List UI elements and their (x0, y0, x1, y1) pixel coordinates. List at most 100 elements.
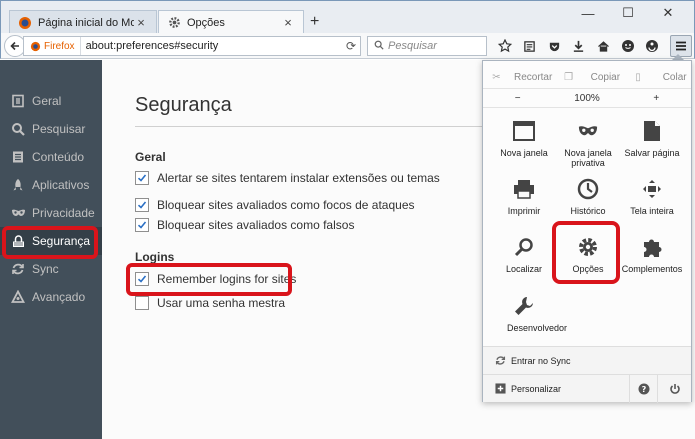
option-warn-addons[interactable]: Alertar se sites tentarem instalar exten… (135, 169, 440, 187)
tab-mozilla-home[interactable]: Página inicial do Mozilla F... × (9, 10, 157, 34)
bookmark-star-icon[interactable] (493, 35, 518, 57)
print-icon (511, 176, 537, 202)
zoom-in-button[interactable]: + (622, 89, 691, 107)
tab-options[interactable]: Opções × (158, 10, 304, 34)
highlight-annotation (552, 221, 620, 284)
sidebar-item-geral[interactable]: Geral (0, 87, 102, 115)
sidebar-item-label: Privacidade (32, 206, 95, 220)
sync-icon (10, 261, 26, 277)
search-icon (10, 121, 26, 137)
identity-box[interactable]: Firefox (24, 37, 81, 55)
customize-plus-icon[interactable] (493, 383, 507, 394)
quit-power-icon[interactable] (657, 374, 691, 403)
private-window-icon (575, 118, 601, 144)
account-icon[interactable] (640, 35, 665, 57)
sidebar-item-label: Pesquisar (32, 122, 86, 136)
highlight-annotation (126, 263, 292, 296)
menu-footer: Personalizar ? (483, 374, 691, 403)
close-window-icon[interactable]: ✕ (648, 3, 688, 23)
zoom-reset-button[interactable]: 100% (552, 89, 621, 107)
menu-new-window[interactable]: Nova janela (490, 118, 558, 158)
menu-history[interactable]: Histórico (554, 176, 622, 216)
zoom-out-button[interactable]: − (483, 89, 552, 107)
hamburger-icon (676, 41, 686, 51)
save-page-icon (639, 118, 665, 144)
checkbox-checked-icon[interactable] (135, 218, 149, 232)
checkbox-unchecked-icon[interactable] (135, 296, 149, 310)
history-icon (575, 176, 601, 202)
download-icon[interactable] (567, 35, 592, 57)
tab-bar: Página inicial do Mozilla F... × Opções … (0, 0, 695, 34)
hello-chat-icon[interactable] (616, 35, 641, 57)
sidebar-item-aplicativos[interactable]: Aplicativos (0, 171, 102, 199)
menu-fullscreen[interactable]: Tela inteira (618, 176, 686, 216)
copy-button[interactable]: ❐ Copiar (552, 67, 621, 87)
applications-icon (10, 177, 26, 193)
checkbox-checked-icon[interactable] (135, 198, 149, 212)
privacy-mask-icon (10, 205, 26, 221)
menu-sync-signin[interactable]: Entrar no Sync (483, 346, 691, 374)
sidebar-item-pesquisar[interactable]: Pesquisar (0, 115, 102, 143)
menu-developer[interactable]: Desenvolvedor (490, 293, 567, 333)
new-window-icon (511, 118, 537, 144)
content-icon (10, 149, 26, 165)
search-placeholder: Pesquisar (388, 40, 437, 52)
menu-private-window[interactable]: Nova janela privativa (554, 118, 622, 168)
menu-addons[interactable]: Complementos (618, 234, 686, 274)
customize-button[interactable]: Personalizar (511, 384, 629, 394)
sidebar-item-privacidade[interactable]: Privacidade (0, 199, 102, 227)
minimize-icon[interactable]: — (568, 3, 608, 23)
close-tab-icon[interactable]: × (134, 15, 148, 30)
navigation-toolbar: Firefox about:preferences#security ⟳ Pes… (0, 33, 695, 59)
sidebar-item-label: Conteúdo (32, 150, 85, 164)
developer-wrench-icon (511, 293, 537, 319)
option-master-password[interactable]: Usar uma senha mestra (135, 294, 285, 312)
section-heading-logins: Logins (135, 250, 175, 264)
toolbar-buttons (493, 35, 665, 57)
option-label: Bloquear sites avaliados como focos de a… (157, 198, 415, 212)
sidebar-item-sync[interactable]: Sync (0, 255, 102, 283)
window-controls: — ☐ ✕ (568, 3, 688, 23)
new-tab-icon[interactable]: + (310, 13, 319, 31)
page-title: Segurança (135, 94, 232, 116)
url-text[interactable]: about:preferences#security (81, 40, 342, 52)
general-icon (10, 93, 26, 109)
search-icon (374, 40, 384, 53)
sidebar-item-label: Aplicativos (32, 178, 90, 192)
cut-button[interactable]: ✂ Recortar (483, 67, 552, 87)
bookmarks-list-icon[interactable] (518, 35, 543, 57)
sidebar-item-label: Geral (32, 94, 62, 108)
sidebar-item-label: Sync (32, 262, 59, 276)
tab-title: Página inicial do Mozilla F... (38, 16, 134, 29)
menu-find[interactable]: Localizar (490, 234, 558, 274)
maximize-icon[interactable]: ☐ (608, 3, 648, 23)
menu-print[interactable]: Imprimir (490, 176, 558, 216)
gear-icon (167, 16, 181, 30)
close-tab-icon[interactable]: × (281, 15, 295, 30)
fullscreen-icon (639, 176, 665, 202)
checkbox-checked-icon[interactable] (135, 171, 149, 185)
option-label: Bloquear sites avaliados como falsos (157, 218, 355, 232)
search-input[interactable]: Pesquisar (367, 36, 487, 56)
pocket-icon[interactable] (542, 35, 567, 57)
url-bar[interactable]: Firefox about:preferences#security ⟳ (23, 36, 361, 56)
title-divider (135, 126, 485, 127)
sidebar-item-conteudo[interactable]: Conteúdo (0, 143, 102, 171)
copy-icon: ❐ (564, 71, 574, 83)
highlight-annotation (2, 226, 98, 259)
identity-label: Firefox (44, 40, 75, 52)
menu-save-page[interactable]: Salvar página (618, 118, 686, 158)
sidebar-item-avancado[interactable]: Avançado (0, 283, 102, 311)
zoom-controls: − 100% + (483, 88, 691, 108)
edit-controls: ✂ Recortar ❐ Copiar ▯ Colar (483, 67, 691, 87)
option-label: Alertar se sites tentarem instalar exten… (157, 171, 440, 185)
home-icon[interactable] (591, 35, 616, 57)
option-block-attack-sites[interactable]: Bloquear sites avaliados como focos de a… (135, 196, 415, 214)
svg-text:?: ? (641, 385, 646, 394)
option-block-forgeries[interactable]: Bloquear sites avaliados como falsos (135, 216, 354, 234)
reload-icon[interactable]: ⟳ (342, 39, 360, 53)
tab-title: Opções (187, 16, 225, 29)
addons-icon (639, 234, 665, 260)
paste-button[interactable]: ▯ Colar (622, 67, 691, 87)
help-icon[interactable]: ? (629, 374, 657, 403)
